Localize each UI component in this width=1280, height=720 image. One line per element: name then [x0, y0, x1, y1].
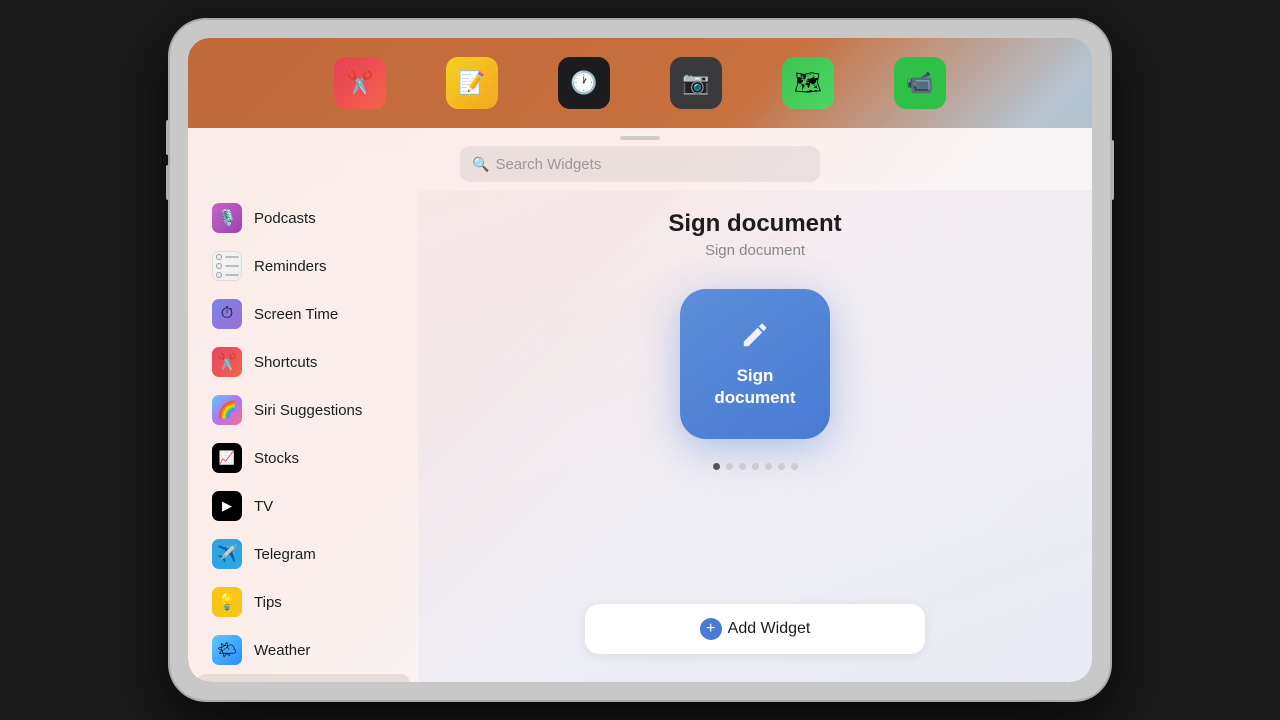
search-icon: 🔍 [472, 156, 489, 173]
screentime-label: Screen Time [254, 306, 338, 323]
wallpaper: ✂️ 📝 🕐 📷 🗺 📹 [188, 38, 1092, 682]
home-facetime-icon[interactable]: 📹 [894, 57, 946, 109]
widget-title: Sign document [668, 210, 841, 238]
side-button[interactable] [1110, 140, 1114, 200]
page-dot-6[interactable] [778, 463, 785, 470]
reminders-label: Reminders [254, 258, 327, 275]
home-clock-icon[interactable]: 🕐 [558, 57, 610, 109]
search-input[interactable]: Search Widgets [495, 156, 601, 173]
siri-icon: 🌈 [212, 395, 242, 425]
widget-card-text: Signdocument [714, 365, 795, 408]
tips-label: Tips [254, 594, 282, 611]
ipad-frame: ✂️ 📝 🕐 📷 🗺 📹 [170, 20, 1110, 700]
page-dot-1[interactable] [713, 463, 720, 470]
telegram-icon: ✈️ [212, 539, 242, 569]
search-bar[interactable]: 🔍 Search Widgets [460, 146, 820, 182]
drag-handle[interactable] [620, 136, 660, 140]
sidebar-item-weather[interactable]: 🌤 Weather [196, 626, 410, 674]
page-dot-3[interactable] [739, 463, 746, 470]
sidebar-item-shortcuts[interactable]: ✂️ Shortcuts [196, 338, 410, 386]
page-dot-5[interactable] [765, 463, 772, 470]
widget-panel: 🔍 Search Widgets 🎙️ Podcasts [188, 128, 1092, 682]
sidebar-item-podcasts[interactable]: 🎙️ Podcasts [196, 194, 410, 242]
stocks-icon: 📈 [212, 443, 242, 473]
sidebar-item-zohosign[interactable]: ✍️ Zoho Sign [196, 674, 410, 682]
page-dot-7[interactable] [791, 463, 798, 470]
widget-preview-card[interactable]: Signdocument [680, 289, 830, 439]
weather-label: Weather [254, 642, 310, 659]
weather-icon: 🌤 [212, 635, 242, 665]
sidebar-item-tv[interactable]: ▶ TV [196, 482, 410, 530]
sidebar-item-siri[interactable]: 🌈 Siri Suggestions [196, 386, 410, 434]
tv-icon: ▶ [212, 491, 242, 521]
sidebar: 🎙️ Podcasts [188, 190, 418, 682]
ipad-screen: ✂️ 📝 🕐 📷 🗺 📹 [188, 38, 1092, 682]
tips-icon: 💡 [212, 587, 242, 617]
add-widget-label: Add Widget [728, 620, 811, 638]
sidebar-item-telegram[interactable]: ✈️ Telegram [196, 530, 410, 578]
widget-subtitle: Sign document [705, 242, 805, 259]
screentime-icon: ⏱ [212, 299, 242, 329]
volume-up-button[interactable] [166, 120, 170, 155]
page-dot-2[interactable] [726, 463, 733, 470]
page-indicators [713, 463, 798, 470]
shortcuts-icon: ✂️ [212, 347, 242, 377]
telegram-label: Telegram [254, 546, 316, 563]
reminders-icon [212, 251, 242, 281]
home-maps-icon[interactable]: 🗺 [782, 57, 834, 109]
sidebar-item-tips[interactable]: 💡 Tips [196, 578, 410, 626]
sidebar-item-stocks[interactable]: 📈 Stocks [196, 434, 410, 482]
panel-body: 🎙️ Podcasts [188, 190, 1092, 682]
content-area: Sign document Sign document Signdocument [418, 190, 1092, 682]
podcasts-label: Podcasts [254, 210, 316, 227]
siri-label: Siri Suggestions [254, 402, 362, 419]
add-widget-button[interactable]: + Add Widget [585, 604, 925, 654]
volume-down-button[interactable] [166, 165, 170, 200]
podcasts-icon: 🎙️ [212, 203, 242, 233]
sidebar-item-reminders[interactable]: Reminders [196, 242, 410, 290]
stocks-label: Stocks [254, 450, 299, 467]
tv-label: TV [254, 498, 273, 515]
home-screen-icons: ✂️ 📝 🕐 📷 🗺 📹 [188, 38, 1092, 128]
page-dot-4[interactable] [752, 463, 759, 470]
home-notes-icon[interactable]: 📝 [446, 57, 498, 109]
home-camera-icon[interactable]: 📷 [670, 57, 722, 109]
sidebar-item-screentime[interactable]: ⏱ Screen Time [196, 290, 410, 338]
shortcuts-label: Shortcuts [254, 354, 317, 371]
plus-icon: + [700, 618, 722, 640]
home-shortcuts-icon[interactable]: ✂️ [334, 57, 386, 109]
sign-pen-icon [740, 320, 770, 357]
